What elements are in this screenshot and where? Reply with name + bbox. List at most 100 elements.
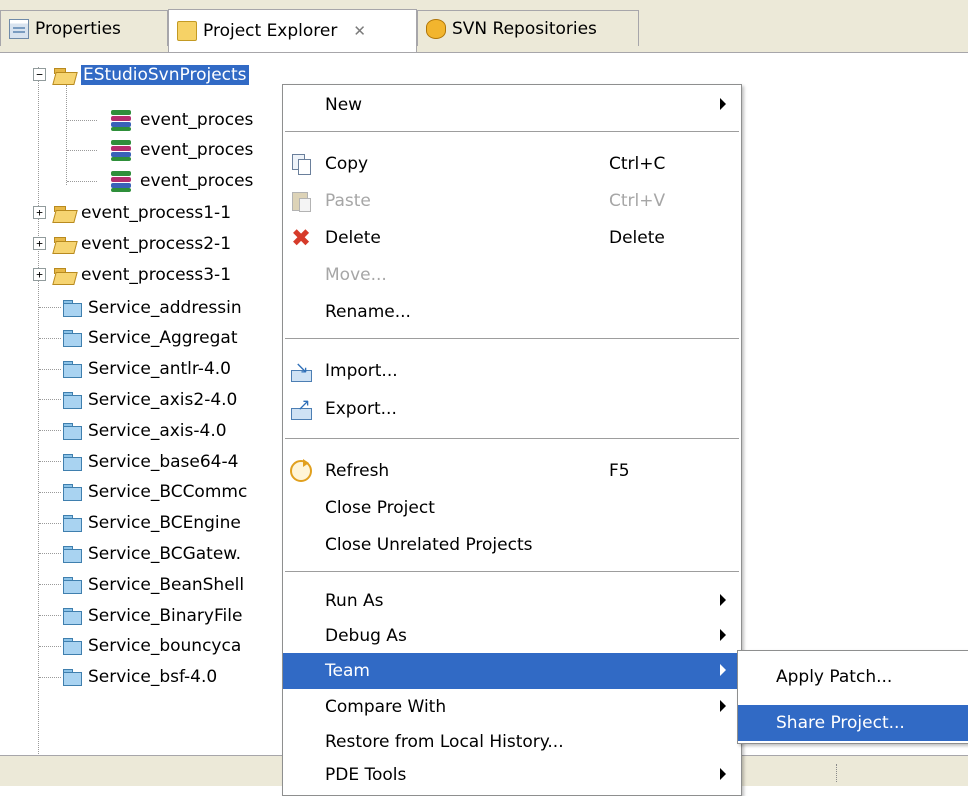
tree-item-label: Service_BeanShell — [88, 574, 245, 595]
menu-item-apply-patch[interactable]: Apply Patch... — [738, 659, 968, 695]
tree-item-service[interactable]: Service_BCEngine — [62, 508, 241, 539]
tab-label: Properties — [35, 18, 121, 39]
tree-item-label: event_proces — [140, 139, 254, 160]
menu-item-rename[interactable]: Rename... — [283, 294, 741, 330]
tree-item-label: Service_base64-4 — [88, 451, 239, 472]
context-menu: New Copy Ctrl+C Paste Ctrl+V ✖ Delete De… — [282, 84, 742, 796]
tree-item-service[interactable]: Service_antlr-4.0 — [62, 354, 231, 385]
submenu-arrow-icon — [720, 594, 726, 606]
menu-item-label: Team — [325, 661, 370, 681]
tree-connector-line — [39, 522, 61, 524]
tree-item-service[interactable]: Service_axis-4.0 — [62, 415, 227, 446]
tree-item-service[interactable]: Service_base64-4 — [62, 446, 238, 477]
service-folder-icon — [62, 329, 82, 348]
menu-item-label: Close Unrelated Projects — [325, 535, 533, 555]
menu-item-share-project[interactable]: Share Project... — [738, 705, 968, 741]
tree-item-label: event_process3-1 — [81, 264, 232, 285]
tree-item-service[interactable]: Service_bouncyca — [62, 631, 241, 662]
tree-item-project[interactable]: + event_process3-1 — [33, 259, 231, 290]
menu-item-close-project[interactable]: Close Project — [283, 490, 741, 526]
import-icon — [290, 358, 312, 382]
tree-item-label: event_proces — [140, 109, 254, 130]
tree-item-service[interactable]: Service_bsf-4.0 — [62, 662, 217, 693]
menu-item-compare-with[interactable]: Compare With — [283, 689, 741, 725]
menu-item-paste: Paste Ctrl+V — [283, 183, 741, 219]
expand-toggle[interactable]: + — [33, 237, 46, 250]
menu-item-label: Rename... — [325, 302, 411, 322]
menu-item-pde-tools[interactable]: PDE Tools — [283, 757, 741, 793]
menu-item-import[interactable]: Import... — [283, 353, 741, 389]
tree-item-label: Service_BCGatew. — [88, 543, 242, 564]
menu-item-team[interactable]: Team — [283, 653, 741, 689]
menu-item-label: Apply Patch... — [776, 667, 893, 687]
tree-item-service[interactable]: Service_BinaryFile — [62, 600, 242, 631]
menu-item-export[interactable]: Export... — [283, 391, 741, 427]
menu-separator — [285, 571, 739, 573]
properties-icon — [9, 18, 29, 39]
tree-connector-line — [39, 461, 61, 462]
menu-item-label: Copy — [325, 154, 369, 174]
tree-item-project[interactable]: + event_process2-1 — [33, 228, 231, 259]
shortcut-label: Ctrl+C — [609, 154, 666, 174]
menu-item-delete[interactable]: ✖ Delete Delete — [283, 220, 741, 256]
collapse-toggle[interactable]: − — [33, 68, 46, 81]
service-folder-icon — [62, 576, 82, 594]
menu-item-run-as[interactable]: Run As — [283, 583, 741, 619]
menu-item-label: PDE Tools — [325, 765, 407, 785]
folder-icon — [177, 21, 197, 41]
project-folder-icon — [54, 66, 76, 84]
menu-item-label: Import... — [325, 361, 398, 381]
expand-toggle[interactable]: + — [33, 268, 46, 281]
expand-toggle[interactable]: + — [33, 206, 46, 219]
paste-icon — [290, 190, 312, 212]
tree-item-label: Service_addressin — [88, 297, 242, 318]
tab-svn-repositories[interactable]: SVN Repositories — [417, 10, 639, 46]
service-folder-icon — [62, 299, 82, 317]
tree-item-label: Service_axis2-4.0 — [88, 389, 238, 410]
tab-properties[interactable]: Properties — [0, 10, 168, 46]
menu-item-close-unrelated-projects[interactable]: Close Unrelated Projects — [283, 527, 741, 563]
service-folder-icon — [62, 422, 82, 440]
menu-item-label: Restore from Local History... — [325, 732, 564, 752]
menu-item-copy[interactable]: Copy Ctrl+C — [283, 146, 741, 182]
tree-item-service[interactable]: Service_BeanShell — [62, 569, 244, 600]
tab-project-explorer[interactable]: Project Explorer ✕ — [168, 9, 417, 52]
tree-connector-line — [39, 307, 61, 308]
tree-item-label: Service_antlr-4.0 — [88, 359, 231, 380]
service-folder-icon — [62, 453, 82, 471]
service-folder-icon — [62, 391, 82, 409]
tree-item-service[interactable]: Service_BCCommc — [62, 477, 247, 508]
tree-connector-line — [39, 584, 61, 586]
service-folder-icon — [62, 545, 82, 563]
tree-item-service[interactable]: Service_addressin — [62, 292, 242, 323]
tree-item-archive[interactable]: event_proces — [110, 134, 253, 165]
tab-label: Project Explorer — [203, 21, 338, 41]
close-icon[interactable]: ✕ — [353, 22, 366, 40]
menu-item-restore-from-local-history[interactable]: Restore from Local History... — [283, 724, 741, 760]
tree-item-service[interactable]: Service_Aggregat — [62, 323, 238, 354]
tree-item-archive[interactable]: event_proces — [110, 165, 253, 196]
status-bar-divider — [836, 764, 837, 782]
menu-item-new[interactable]: New — [283, 87, 741, 123]
tree-item-root[interactable]: − EStudioSvnProjects — [33, 59, 249, 90]
tree-item-service[interactable]: Service_axis2-4.0 — [62, 384, 237, 415]
menu-item-debug-as[interactable]: Debug As — [283, 618, 741, 654]
menu-separator — [285, 338, 739, 340]
menu-item-label: Export... — [325, 399, 397, 419]
menu-item-refresh[interactable]: Refresh F5 — [283, 453, 741, 489]
team-submenu: Apply Patch... Share Project... — [737, 650, 968, 744]
menu-separator — [285, 131, 739, 133]
tree-item-label: Service_bouncyca — [88, 636, 242, 657]
archive-icon — [110, 170, 132, 192]
menu-item-label: Delete — [325, 228, 381, 248]
menu-item-move: Move... — [283, 257, 741, 293]
project-folder-icon — [54, 235, 76, 253]
tree-item-label: Service_BCCommc — [88, 482, 248, 503]
tree-item-label: event_proces — [140, 170, 254, 191]
tree-item-service[interactable]: Service_BCGatew. — [62, 538, 241, 569]
tree-item-archive[interactable]: event_proces — [110, 104, 253, 135]
shortcut-label: Ctrl+V — [609, 191, 666, 211]
project-folder-icon — [54, 204, 76, 222]
service-folder-icon — [62, 668, 82, 687]
tree-item-project[interactable]: + event_process1-1 — [33, 197, 231, 228]
